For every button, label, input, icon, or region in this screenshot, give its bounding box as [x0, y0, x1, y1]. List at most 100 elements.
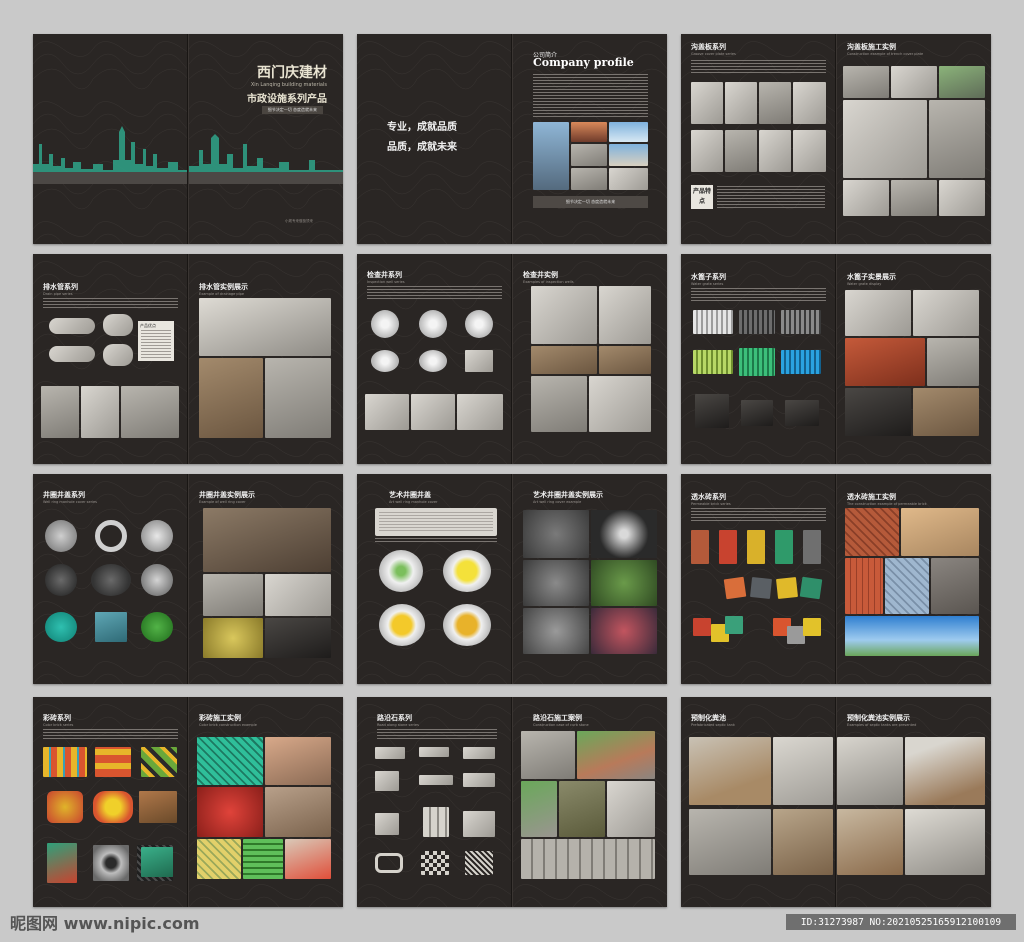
- park-photo: [845, 616, 979, 656]
- brick-tile: [799, 576, 823, 600]
- spread-water-grate: 水篦子系列 Water grate series 水篦子实景展示 Water g…: [681, 254, 991, 464]
- example-photo: [939, 180, 985, 216]
- curb-stone-photo: [375, 813, 399, 835]
- example-photo: [531, 286, 597, 344]
- example-photo: [531, 346, 597, 374]
- grate-photo-iron: [695, 394, 729, 428]
- page-subtitle: Water grate display: [847, 282, 882, 286]
- page-title: 水篦子实景展示: [847, 272, 896, 281]
- grid-brick-photo: [421, 851, 449, 875]
- profile-text-block: [533, 74, 648, 118]
- well-ring-photo: [465, 310, 493, 338]
- color-brick-photo: [139, 791, 177, 823]
- manhole-cover-photo: [141, 520, 173, 552]
- paving-photo: [885, 558, 929, 614]
- cover-footer: 小规专来做极须来: [285, 219, 313, 223]
- manhole-cover-photo-square: [95, 612, 127, 642]
- well-box-photo: [465, 350, 493, 372]
- paving-example-photo: [197, 839, 241, 879]
- example-photo: [843, 66, 889, 98]
- example-photo: [203, 574, 263, 616]
- pipe-photo: [103, 314, 133, 336]
- grate-photo: [693, 310, 733, 334]
- art-cover-example: [591, 510, 657, 558]
- cover-plate-photo: [691, 130, 723, 172]
- page-subtitle: The construction example of permeable br…: [847, 502, 927, 506]
- curb-stack-photo: [521, 839, 655, 879]
- well-base-photo: [411, 394, 455, 430]
- hex-brick-photo: [375, 853, 403, 873]
- well-ring-photo: [371, 350, 399, 372]
- brick-tile: [750, 577, 772, 599]
- brick-swatch: [747, 530, 765, 564]
- feature-text: [717, 186, 825, 210]
- grate-photo-iron: [785, 400, 819, 426]
- cover-plate-photo: [725, 82, 757, 124]
- color-brick-photo: [43, 747, 87, 777]
- grate-photo: [739, 310, 775, 334]
- factory-photo-4: [609, 168, 648, 190]
- notice-text: [379, 512, 493, 532]
- spread-permeable-brick: 透水砖系列 Permeable brick series 透水砖施工实例 The…: [681, 474, 991, 684]
- art-cover-photo: [379, 604, 425, 646]
- brick-tile: [776, 577, 798, 599]
- city-skyline-graphic-right: [189, 134, 343, 174]
- paving-photo: [845, 508, 899, 556]
- lattice-brick-photo: [465, 851, 493, 875]
- cover-tagline: 细节决定一切 态度造就未来: [261, 106, 323, 114]
- example-photo-yellow-cover: [203, 618, 263, 658]
- page-title: 彩砖系列: [43, 713, 71, 722]
- page-drain-pipe-examples: 排水管实例展示 Example of drainage pipe: [188, 254, 343, 464]
- page-subtitle: Color brick series: [43, 723, 74, 727]
- advantages-list: [141, 330, 171, 358]
- cover-plate-photo: [793, 130, 826, 172]
- page-water-grate-display: 水篦子实景展示 Water grate display: [836, 254, 991, 464]
- page-manhole-cover-series: 井圈井盖系列 Well ring manhole cover series: [33, 474, 188, 684]
- tree-grate-photo: [93, 845, 129, 881]
- example-photo: [599, 346, 651, 374]
- intro-notice-box: [375, 508, 497, 536]
- page-subtitle: Example of drainage pipe: [199, 292, 244, 296]
- page-subtitle: Art well ring cover example: [533, 500, 582, 504]
- spread-art-manhole: 艺术井圈井盖 Art well ring manhole cover 艺术井圈井…: [357, 474, 667, 684]
- spread-color-brick: 彩砖系列 Color brick series 彩砖施工实例 Color bri…: [33, 697, 343, 907]
- page-subtitle: Examples of inspection wells: [523, 280, 574, 284]
- example-photo: [843, 180, 889, 216]
- page-subtitle: Inspection well series: [367, 280, 405, 284]
- page-title: 沟盖板系列: [691, 42, 726, 51]
- profile-heading-en: Company profile: [533, 56, 634, 69]
- intro-text: [375, 538, 497, 544]
- curb-stone-photo: [463, 747, 495, 759]
- pipe-yard-photo: [199, 298, 331, 356]
- cover-title: 西门庆建材: [257, 65, 327, 81]
- spread-inspection-well: 检查井系列 Inspection well series 检查井实例 Examp…: [357, 254, 667, 464]
- art-cover-photo: [443, 550, 491, 592]
- curb-stone-photo: [419, 775, 453, 785]
- grate-photo: [781, 310, 821, 334]
- workers-photo: [203, 508, 331, 572]
- grate-display-photo: [913, 290, 979, 336]
- intro-text: [377, 729, 497, 741]
- grate-photo-iron: [741, 400, 773, 426]
- example-photo: [265, 574, 331, 616]
- intro-text: [43, 729, 178, 739]
- manhole-cover-photo: [45, 564, 77, 596]
- curb-stone-photo: [375, 747, 405, 759]
- manhole-cover-photo-green: [141, 612, 173, 642]
- example-photo: [589, 376, 651, 432]
- septic-tank-photo: [689, 809, 771, 875]
- brick-swatch: [691, 530, 709, 564]
- slogan-2: 品质，成就未来: [387, 142, 457, 153]
- example-photo-large: [929, 100, 985, 178]
- page-title: 排水管实例展示: [199, 282, 248, 291]
- well-base-photo: [457, 394, 503, 430]
- page-title: 路沿石施工案例: [533, 713, 582, 722]
- page-inspection-well-examples: 检查井实例 Examples of inspection wells: [512, 254, 667, 464]
- page-title: 排水管系列: [43, 282, 78, 291]
- paving-example-photo: [285, 839, 331, 879]
- page-subtitle: Permeable brick series: [691, 502, 731, 506]
- page-permeable-brick-examples: 透水砖施工实例 The construction example of perm…: [836, 474, 991, 684]
- page-subtitle: Construction example of trench cover pla…: [847, 52, 924, 56]
- well-base-photo: [365, 394, 409, 430]
- paving-photo: [901, 508, 979, 556]
